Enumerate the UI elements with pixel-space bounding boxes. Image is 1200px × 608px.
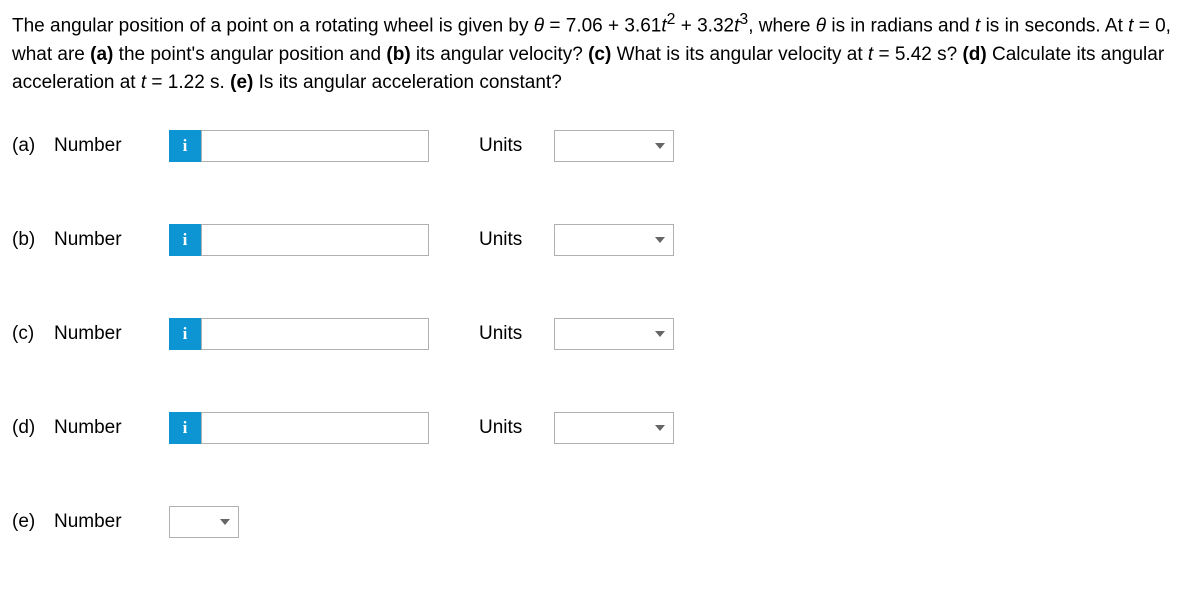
units-label: Units xyxy=(479,323,554,345)
units-select-a[interactable] xyxy=(554,130,674,162)
info-icon[interactable]: i xyxy=(169,130,201,162)
number-input-c[interactable] xyxy=(201,318,429,350)
number-input-d[interactable] xyxy=(201,412,429,444)
question-text: The angular position of a point on a rot… xyxy=(12,8,1188,98)
part-label-e: (e) xyxy=(12,511,54,533)
part-label-d: (d) xyxy=(12,417,54,439)
answer-row-d: (d) Number i Units xyxy=(12,412,1188,444)
units-label: Units xyxy=(479,135,554,157)
number-label: Number xyxy=(54,323,169,345)
units-select-d[interactable] xyxy=(554,412,674,444)
number-label: Number xyxy=(54,229,169,251)
number-label: Number xyxy=(54,511,169,533)
units-label: Units xyxy=(479,229,554,251)
info-icon[interactable]: i xyxy=(169,412,201,444)
answer-row-e: (e) Number xyxy=(12,506,1188,538)
info-icon[interactable]: i xyxy=(169,224,201,256)
part-label-a: (a) xyxy=(12,135,54,157)
number-input-b[interactable] xyxy=(201,224,429,256)
number-label: Number xyxy=(54,135,169,157)
answer-row-c: (c) Number i Units xyxy=(12,318,1188,350)
number-label: Number xyxy=(54,417,169,439)
number-input-a[interactable] xyxy=(201,130,429,162)
part-label-c: (c) xyxy=(12,323,54,345)
units-select-c[interactable] xyxy=(554,318,674,350)
units-label: Units xyxy=(479,417,554,439)
info-icon[interactable]: i xyxy=(169,318,201,350)
units-select-b[interactable] xyxy=(554,224,674,256)
answer-select-e[interactable] xyxy=(169,506,239,538)
answer-row-a: (a) Number i Units xyxy=(12,130,1188,162)
part-label-b: (b) xyxy=(12,229,54,251)
answer-row-b: (b) Number i Units xyxy=(12,224,1188,256)
